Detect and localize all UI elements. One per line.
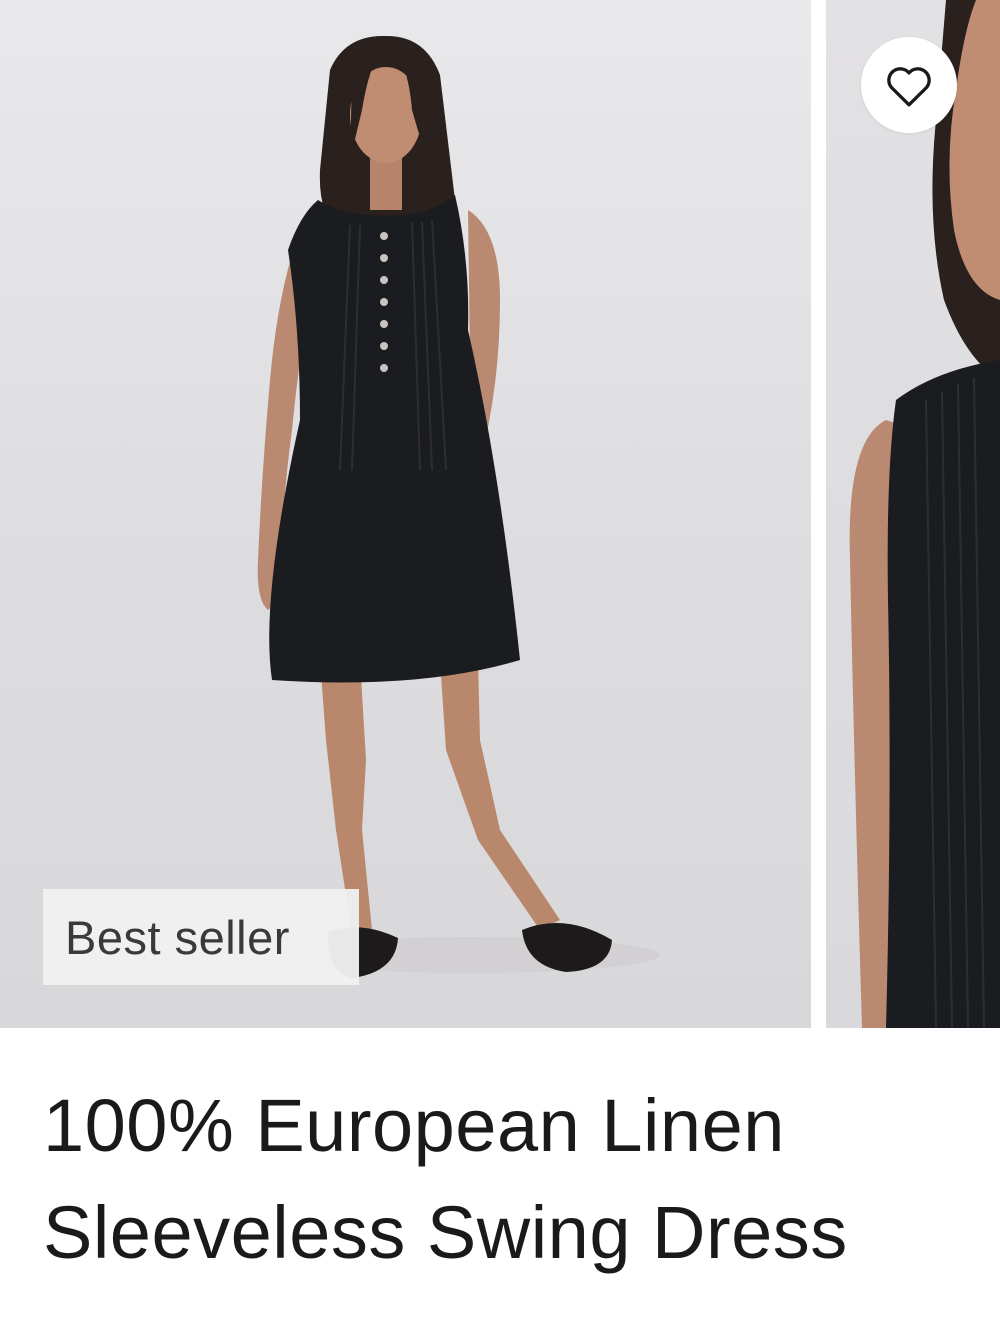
best-seller-badge: Best seller <box>43 889 359 985</box>
heart-outline-icon <box>887 67 931 107</box>
product-image-carousel[interactable]: Best seller <box>0 0 1000 1028</box>
best-seller-badge-label: Best seller <box>65 910 290 964</box>
favorite-button[interactable] <box>861 37 957 133</box>
product-image-main[interactable] <box>0 0 811 1028</box>
product-title: 100% European Linen Sleeveless Swing Dre… <box>43 1084 848 1274</box>
product-image-next[interactable] <box>826 0 1000 1028</box>
model-illustration <box>257 35 660 978</box>
model-closeup-illustration <box>849 0 1000 1028</box>
